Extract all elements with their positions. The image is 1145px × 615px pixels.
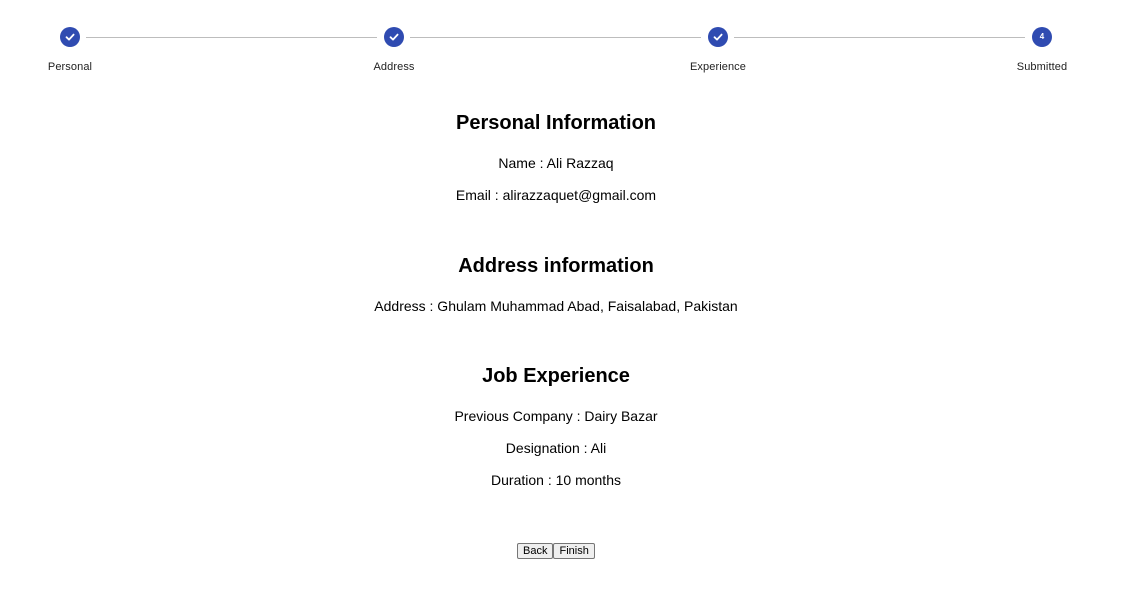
step-connector	[734, 37, 1025, 38]
form-actions: Back Finish	[517, 543, 595, 559]
step-personal[interactable]: Personal	[20, 27, 120, 73]
step-number: 4	[1039, 32, 1045, 41]
step-complete-circle	[60, 27, 80, 47]
job-experience-heading: Job Experience	[482, 365, 630, 387]
step-address[interactable]: Address	[344, 27, 444, 73]
step-complete-circle	[384, 27, 404, 47]
company-value: Previous Company : Dairy Bazar	[454, 408, 658, 424]
address-value: Address : Ghulam Muhammad Abad, Faisalab…	[374, 298, 738, 314]
check-icon	[389, 33, 399, 41]
finish-button[interactable]: Finish	[553, 543, 595, 559]
email-value: Email : alirazzaquet@gmail.com	[455, 187, 657, 203]
step-experience[interactable]: Experience	[668, 27, 768, 73]
name-value: Name : Ali Razzaq	[498, 155, 614, 171]
step-submitted[interactable]: 4 Submitted	[992, 27, 1092, 73]
check-icon	[65, 33, 75, 41]
back-button[interactable]: Back	[517, 543, 554, 559]
step-active-circle: 4	[1032, 27, 1052, 47]
step-label: Experience	[689, 61, 747, 73]
step-connector	[410, 37, 701, 38]
step-label: Address	[373, 61, 415, 73]
personal-info-heading: Personal Information	[455, 112, 657, 134]
duration-value: Duration : 10 months	[491, 472, 621, 488]
check-icon	[713, 33, 723, 41]
address-info-heading: Address information	[458, 255, 654, 277]
step-label: Submitted	[1016, 61, 1068, 73]
designation-value: Designation : Ali	[505, 440, 607, 456]
step-complete-circle	[708, 27, 728, 47]
step-label: Personal	[47, 61, 93, 73]
stepper: Personal Address Experience 4 Submitted	[0, 0, 1145, 90]
step-connector	[86, 37, 377, 38]
review-page: Personal Address Experience 4 Submitted	[0, 0, 1145, 615]
